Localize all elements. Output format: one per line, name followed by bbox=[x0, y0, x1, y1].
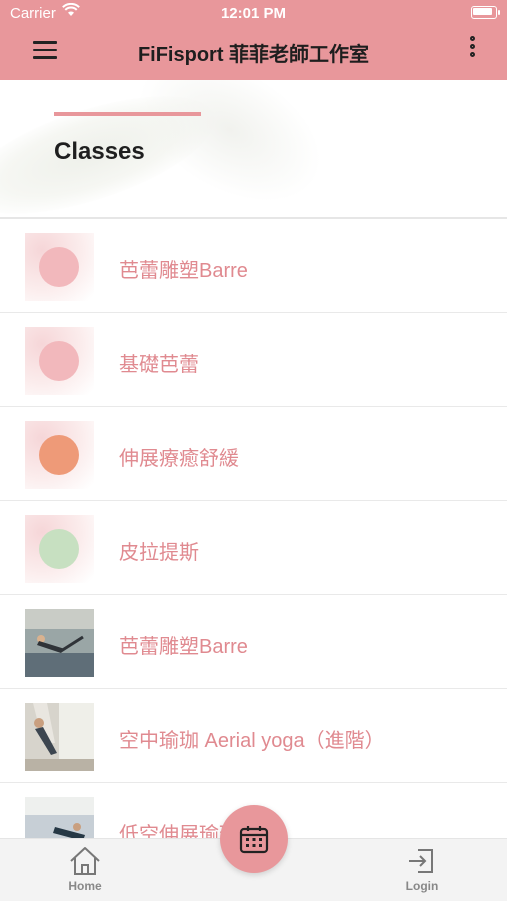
battery-tip bbox=[498, 10, 500, 15]
class-item[interactable]: 皮拉提斯 bbox=[0, 501, 507, 595]
app-header: Carrier 12:01 PM FiFisport 菲菲老師工作室 bbox=[0, 0, 507, 80]
class-item[interactable]: 伸展療癒舒緩 bbox=[0, 407, 507, 501]
tab-home[interactable]: Home bbox=[45, 839, 125, 901]
class-thumbnail bbox=[25, 233, 94, 301]
login-icon bbox=[409, 849, 433, 873]
class-item[interactable]: 芭蕾雕塑Barre bbox=[0, 595, 507, 689]
page-title: Classes bbox=[54, 138, 145, 165]
class-thumbnail bbox=[25, 515, 94, 583]
class-name: 皮拉提斯 bbox=[119, 542, 199, 564]
class-photo bbox=[25, 609, 94, 677]
more-dot bbox=[469, 52, 475, 57]
battery-icon bbox=[471, 6, 497, 19]
status-bar: Carrier 12:01 PM bbox=[0, 0, 507, 28]
thumbnail-badge bbox=[39, 341, 79, 381]
class-name: 空中瑜珈 Aerial yoga（進階） bbox=[119, 730, 385, 752]
more-dot bbox=[469, 44, 475, 49]
heading-accent-bar bbox=[54, 112, 201, 116]
more-vertical-icon bbox=[469, 36, 475, 41]
classes-banner: Classes bbox=[0, 80, 507, 219]
class-thumbnail bbox=[25, 327, 94, 395]
calendar-button[interactable] bbox=[220, 805, 288, 873]
tab-login[interactable]: Login bbox=[382, 839, 462, 901]
thumbnail-badge bbox=[39, 529, 79, 569]
class-item[interactable]: 基礎芭蕾 bbox=[0, 313, 507, 407]
app-title: FiFisport 菲菲老師工作室 bbox=[137, 44, 370, 66]
class-list: 芭蕾雕塑Barre 基礎芭蕾 伸展療癒舒緩 皮拉提斯 芭蕾雕塑Barre 空中瑜… bbox=[0, 219, 507, 877]
class-photo-image bbox=[25, 609, 94, 677]
class-name: 基礎芭蕾 bbox=[119, 354, 199, 376]
class-name: 芭蕾雕塑Barre bbox=[119, 636, 248, 658]
tab-home-label: Home bbox=[68, 879, 102, 893]
class-name: 伸展療癒舒緩 bbox=[119, 448, 239, 470]
status-time: 12:01 PM bbox=[220, 5, 287, 22]
class-thumbnail bbox=[25, 421, 94, 489]
class-item[interactable]: 芭蕾雕塑Barre bbox=[0, 219, 507, 313]
calendar-icon bbox=[239, 826, 269, 854]
more-options-button[interactable] bbox=[462, 36, 482, 66]
thumbnail-badge bbox=[39, 435, 79, 475]
home-icon bbox=[70, 847, 100, 875]
class-photo-image bbox=[25, 703, 94, 771]
thumbnail-badge bbox=[39, 247, 79, 287]
class-name: 芭蕾雕塑Barre bbox=[119, 260, 248, 282]
class-photo bbox=[25, 703, 94, 771]
tab-login-label: Login bbox=[405, 879, 439, 893]
class-item[interactable]: 空中瑜珈 Aerial yoga（進階） bbox=[0, 689, 507, 783]
